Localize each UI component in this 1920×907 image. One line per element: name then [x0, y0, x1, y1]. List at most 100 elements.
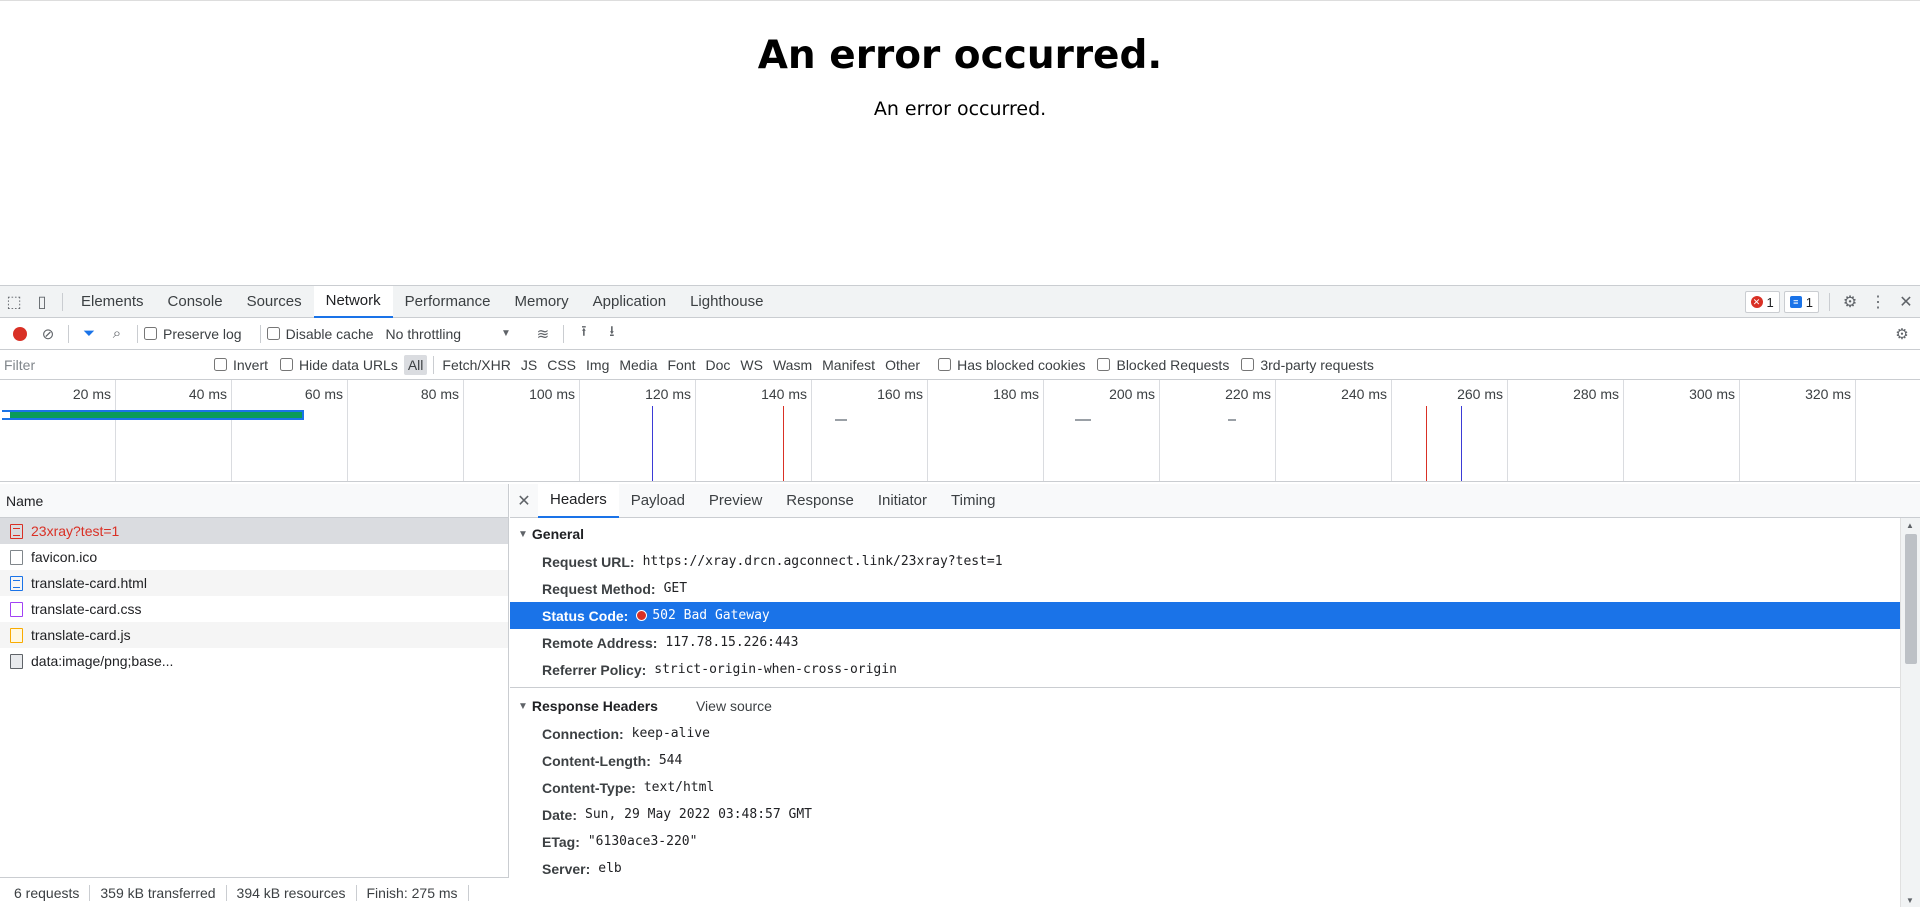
scrollbar-thumb[interactable] — [1905, 534, 1917, 664]
more-options-icon[interactable]: ⋮ — [1864, 286, 1892, 318]
timeline-tick-label: 40 ms — [188, 386, 227, 402]
filter-type-fetch-xhr[interactable]: Fetch/XHR — [438, 355, 514, 375]
request-row[interactable]: 23xray?test=1 — [0, 518, 508, 544]
device-toolbar-icon[interactable]: ▯ — [28, 286, 56, 318]
request-timing-bar — [2, 410, 304, 420]
filter-type-doc[interactable]: Doc — [702, 355, 735, 375]
message-icon: ≡ — [1789, 296, 1802, 308]
request-row[interactable]: data:image/png;base... — [0, 648, 508, 674]
name-column-header[interactable]: Name — [0, 484, 508, 518]
timeline-tick-label: 300 ms — [1689, 386, 1735, 402]
timeline-tick-label: 80 ms — [420, 386, 459, 402]
tab-timing[interactable]: Timing — [939, 484, 1007, 518]
request-row[interactable]: translate-card.css — [0, 596, 508, 622]
record-icon — [13, 326, 27, 341]
clear-icon[interactable]: ⊘ — [34, 320, 62, 348]
filter-input[interactable] — [4, 353, 214, 376]
message-count: 1 — [1805, 294, 1813, 310]
request-list-pane: Name 23xray?test=1 favicon.ico translate… — [0, 484, 509, 907]
filter-type-wasm[interactable]: Wasm — [769, 355, 816, 375]
invert-checkbox[interactable]: Invert — [214, 357, 268, 373]
file-icon — [10, 549, 23, 565]
tab-application[interactable]: Application — [581, 286, 678, 318]
close-devtools-icon[interactable]: ✕ — [1892, 286, 1920, 318]
tab-elements[interactable]: Elements — [69, 286, 156, 318]
timeline-tick-label: 240 ms — [1341, 386, 1387, 402]
script-icon — [10, 627, 23, 643]
document-error-icon — [10, 523, 23, 539]
settings-gear-icon[interactable]: ⚙ — [1836, 286, 1864, 318]
request-count: 6 requests — [14, 884, 91, 901]
tab-sources[interactable]: Sources — [235, 286, 314, 318]
detail-tabbar: ✕ Headers Payload Preview Response Initi… — [510, 483, 1920, 518]
message-count-badge[interactable]: ≡ 1 — [1783, 291, 1819, 313]
request-row[interactable]: translate-card.js — [0, 622, 508, 648]
timeline-tick-label: 160 ms — [877, 386, 923, 402]
tab-response[interactable]: Response — [774, 484, 866, 518]
network-status-bar: 6 requests 359 kB transferred 394 kB res… — [0, 877, 509, 907]
filter-icon[interactable]: ⏷ — [75, 320, 103, 348]
inspect-element-icon[interactable]: ⬚ — [0, 286, 28, 318]
resources-size: 394 kB resources — [237, 884, 357, 901]
devtools-panel: ⬚ ▯ Elements Console Sources Network Per… — [0, 285, 1920, 907]
hide-data-urls-checkbox[interactable]: Hide data URLs — [280, 357, 398, 373]
network-settings-gear-icon[interactable]: ⚙ — [1888, 320, 1916, 348]
tab-payload[interactable]: Payload — [619, 484, 697, 518]
network-overview-timeline[interactable]: 320 ms 300 ms 280 ms 260 ms 240 ms 220 ms 200 … — [0, 380, 1920, 482]
status-code-row[interactable]: Status Code: 502 Bad Gateway — [510, 602, 1900, 629]
detail-scrollbar[interactable]: ▲ ▼ — [1900, 518, 1920, 907]
view-source-link[interactable]: View source — [696, 698, 772, 714]
disable-cache-checkbox[interactable]: Disable cache — [266, 326, 374, 342]
tab-headers[interactable]: Headers — [538, 483, 619, 518]
tab-preview[interactable]: Preview — [697, 484, 774, 518]
triangle-down-icon: ▼ — [518, 528, 528, 540]
tab-lighthouse[interactable]: Lighthouse — [678, 286, 775, 318]
filter-type-all[interactable]: All — [403, 354, 428, 375]
filter-type-font[interactable]: Font — [664, 355, 700, 375]
import-har-icon[interactable]: ⭱ — [570, 320, 598, 348]
tab-performance[interactable]: Performance — [393, 286, 503, 318]
filter-type-css[interactable]: CSS — [543, 355, 580, 375]
record-button[interactable] — [6, 320, 34, 348]
transferred-size: 359 kB transferred — [100, 884, 227, 901]
status-error-icon — [636, 610, 648, 621]
timeline-tick: 20 ms — [0, 380, 116, 481]
timeline-tick-label: 60 ms — [304, 386, 343, 402]
filter-type-ws[interactable]: WS — [736, 355, 767, 375]
stylesheet-icon — [10, 601, 23, 617]
image-icon — [10, 653, 23, 669]
tab-console[interactable]: Console — [156, 286, 235, 318]
export-har-icon[interactable]: ⭳ — [598, 320, 626, 348]
scroll-up-icon[interactable]: ▲ — [1906, 521, 1914, 530]
has-blocked-cookies-checkbox[interactable]: Has blocked cookies — [938, 357, 1085, 373]
header-row: Request URL: https://xray.drcn.agconnect.… — [542, 553, 1003, 570]
close-detail-icon[interactable]: ✕ — [510, 491, 538, 511]
filter-type-img[interactable]: Img — [582, 355, 613, 375]
tab-initiator[interactable]: Initiator — [866, 484, 939, 518]
third-party-requests-checkbox[interactable]: 3rd-party requests — [1241, 357, 1374, 373]
header-row: Connection: keep-alive — [542, 725, 710, 742]
filter-type-media[interactable]: Media — [615, 355, 661, 375]
request-row[interactable]: favicon.ico — [0, 544, 508, 570]
filter-type-js[interactable]: JS — [517, 355, 541, 375]
error-count-badge[interactable]: ✕ 1 — [1744, 291, 1780, 313]
general-section-header[interactable]: ▼ General — [510, 520, 1920, 548]
throttling-select[interactable]: No throttling ▼ — [386, 326, 511, 342]
search-icon[interactable]: ⌕ — [103, 320, 131, 348]
response-headers-section-header[interactable]: ▼ Response Headers View source — [510, 692, 1920, 720]
tab-memory[interactable]: Memory — [503, 286, 581, 318]
network-conditions-icon[interactable]: ≋ — [529, 320, 557, 348]
preserve-log-checkbox[interactable]: Preserve log — [144, 326, 242, 342]
timeline-tick-label: 180 ms — [993, 386, 1039, 402]
scroll-down-icon[interactable]: ▼ — [1906, 896, 1914, 905]
timeline-tick-label: 260 ms — [1457, 386, 1503, 402]
timeline-tick-label: 100 ms — [529, 386, 575, 402]
blocked-requests-checkbox[interactable]: Blocked Requests — [1097, 357, 1229, 373]
header-row: Server: elb — [542, 860, 622, 877]
filter-type-other[interactable]: Other — [881, 355, 924, 375]
header-row: Request Method: GET — [542, 580, 688, 597]
tab-network[interactable]: Network — [313, 285, 393, 318]
filter-type-manifest[interactable]: Manifest — [818, 355, 879, 375]
request-row[interactable]: translate-card.html — [0, 570, 508, 596]
finish-time: Finish: 275 ms — [367, 884, 469, 901]
